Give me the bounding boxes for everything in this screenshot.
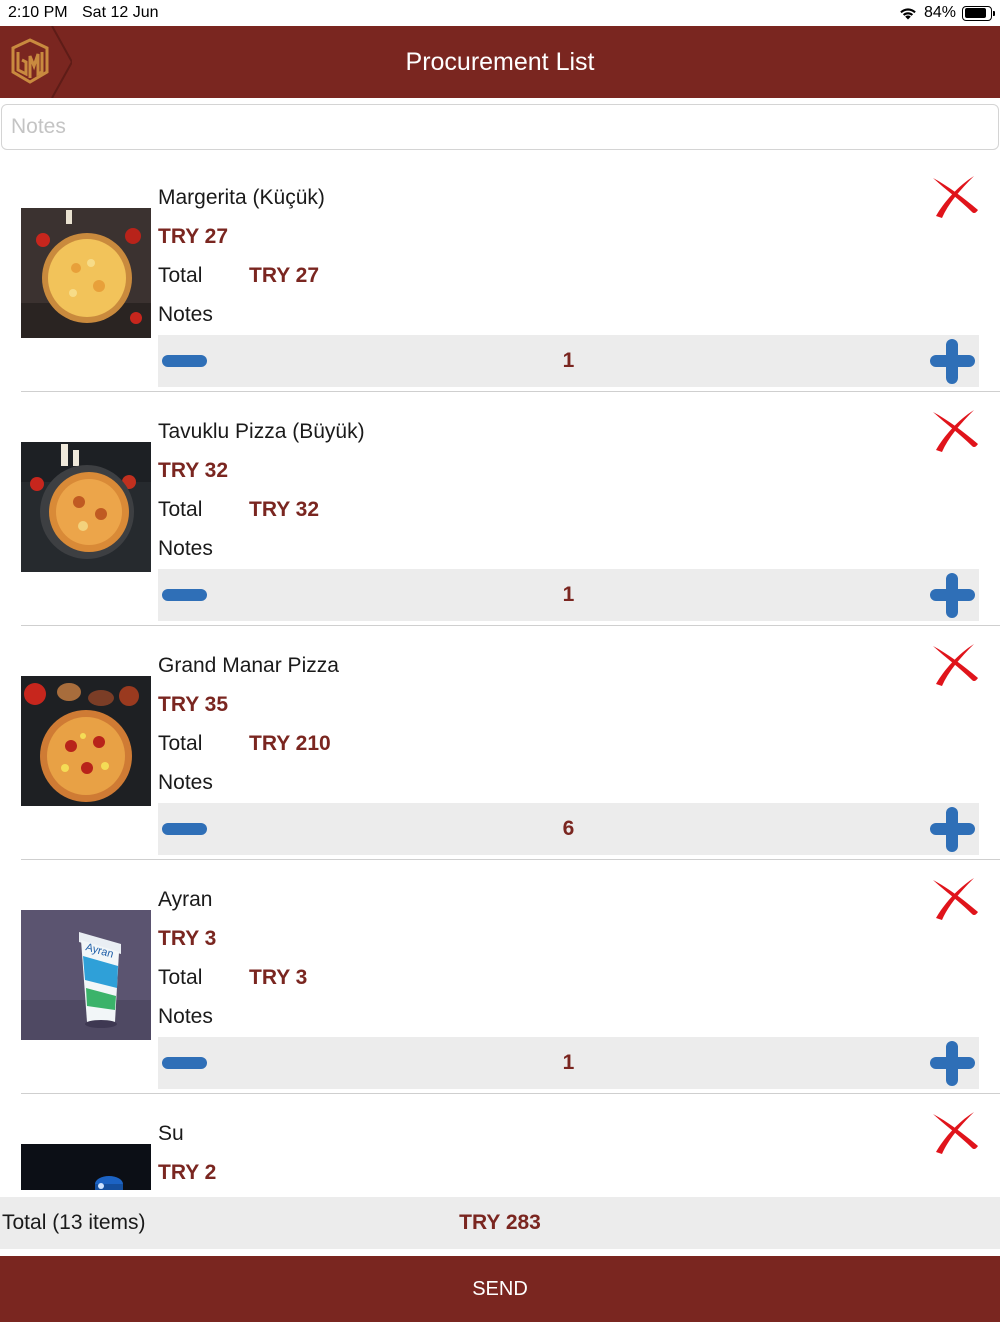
- product-image-water-bottle: [21, 1144, 151, 1190]
- order-total-value: TRY 283: [459, 1211, 541, 1234]
- item-notes-link[interactable]: Notes: [158, 537, 213, 561]
- quantity-stepper: 1: [158, 335, 979, 387]
- item-total-value: TRY 210: [249, 732, 331, 755]
- item-notes-link[interactable]: Notes: [158, 1005, 213, 1029]
- remove-item-icon[interactable]: [930, 172, 980, 218]
- item-price: TRY 35: [158, 693, 229, 716]
- quantity-stepper: 1: [158, 569, 979, 621]
- item-total-label: Total: [158, 498, 203, 521]
- remove-item-icon[interactable]: [930, 406, 980, 452]
- quantity-value: 1: [562, 1051, 575, 1074]
- status-time: 2:10 PM: [8, 4, 68, 21]
- wifi-icon: [900, 8, 916, 20]
- battery-icon: [962, 5, 995, 21]
- decrease-quantity-button[interactable]: [158, 1037, 214, 1089]
- increase-quantity-button[interactable]: [925, 569, 979, 621]
- remove-item-icon[interactable]: [930, 640, 980, 686]
- item-total-value: TRY 3: [249, 966, 308, 989]
- item-total-label: Total: [158, 732, 203, 755]
- product-image-ayran-bottle: Ayran: [21, 910, 151, 1040]
- item-name: Su: [158, 1122, 184, 1145]
- status-indicators: 84%: [898, 3, 995, 23]
- remove-item-icon[interactable]: [930, 1108, 980, 1154]
- product-image-grand-manar-pizza: [21, 676, 151, 806]
- item-name: Tavuklu Pizza (Büyük): [158, 420, 365, 443]
- item-notes-link[interactable]: Notes: [158, 771, 213, 795]
- quantity-stepper: 1: [158, 1037, 979, 1089]
- battery-level: [964, 8, 986, 18]
- item-name: Ayran: [158, 888, 213, 911]
- decrease-quantity-button[interactable]: [158, 569, 214, 621]
- status-date: Sat 12 Jun: [82, 4, 159, 21]
- product-image-margherita-pizza: [21, 208, 151, 338]
- procurement-list[interactable]: Margerita (Küçük) TRY 27 Total TRY 27 No…: [0, 158, 1000, 1190]
- quantity-stepper: 6: [158, 803, 979, 855]
- list-item: Ayran Ayran TRY 3 Total TRY 3 Notes 1: [0, 860, 1000, 1094]
- item-total-value: TRY 32: [249, 498, 320, 521]
- send-button[interactable]: SEND: [0, 1256, 1000, 1322]
- item-notes-link[interactable]: Notes: [158, 303, 213, 327]
- decrease-quantity-button[interactable]: [158, 335, 214, 387]
- item-price: TRY 3: [158, 927, 217, 950]
- item-price: TRY 2: [158, 1161, 217, 1184]
- quantity-value: 1: [562, 583, 575, 606]
- list-item: Tavuklu Pizza (Büyük) TRY 32 Total TRY 3…: [0, 392, 1000, 626]
- quantity-value: 1: [562, 349, 575, 372]
- list-item: Grand Manar Pizza TRY 35 Total TRY 210 N…: [0, 626, 1000, 860]
- nav-bar: Procurement List: [0, 26, 1000, 98]
- item-name: Grand Manar Pizza: [158, 654, 339, 677]
- increase-quantity-button[interactable]: [925, 335, 979, 387]
- decrease-quantity-button[interactable]: [158, 803, 214, 855]
- item-price: TRY 32: [158, 459, 229, 482]
- item-price: TRY 27: [158, 225, 229, 248]
- status-bar: 2:10 PM Sat 12 Jun 84%: [0, 0, 1000, 26]
- list-item: Su TRY 2: [0, 1094, 1000, 1190]
- item-total-label: Total: [158, 966, 203, 989]
- quantity-value: 6: [562, 817, 575, 840]
- increase-quantity-button[interactable]: [925, 1037, 979, 1089]
- order-total-label: Total (13 items): [2, 1211, 146, 1234]
- battery-percent: 84%: [923, 4, 956, 21]
- item-total-label: Total: [158, 264, 203, 287]
- list-item: Margerita (Küçük) TRY 27 Total TRY 27 No…: [0, 158, 1000, 392]
- remove-item-icon[interactable]: [930, 874, 980, 920]
- notes-input[interactable]: [1, 104, 999, 150]
- order-total-bar: Total (13 items) TRY 283: [0, 1197, 1000, 1249]
- item-name: Margerita (Küçük): [158, 186, 325, 209]
- item-total-value: TRY 27: [249, 264, 320, 287]
- procurement-screen: 2:10 PM Sat 12 Jun 84% Procurement List: [0, 0, 1000, 1334]
- increase-quantity-button[interactable]: [925, 803, 979, 855]
- product-image-chicken-pizza: [21, 442, 151, 572]
- page-title: Procurement List: [405, 48, 595, 76]
